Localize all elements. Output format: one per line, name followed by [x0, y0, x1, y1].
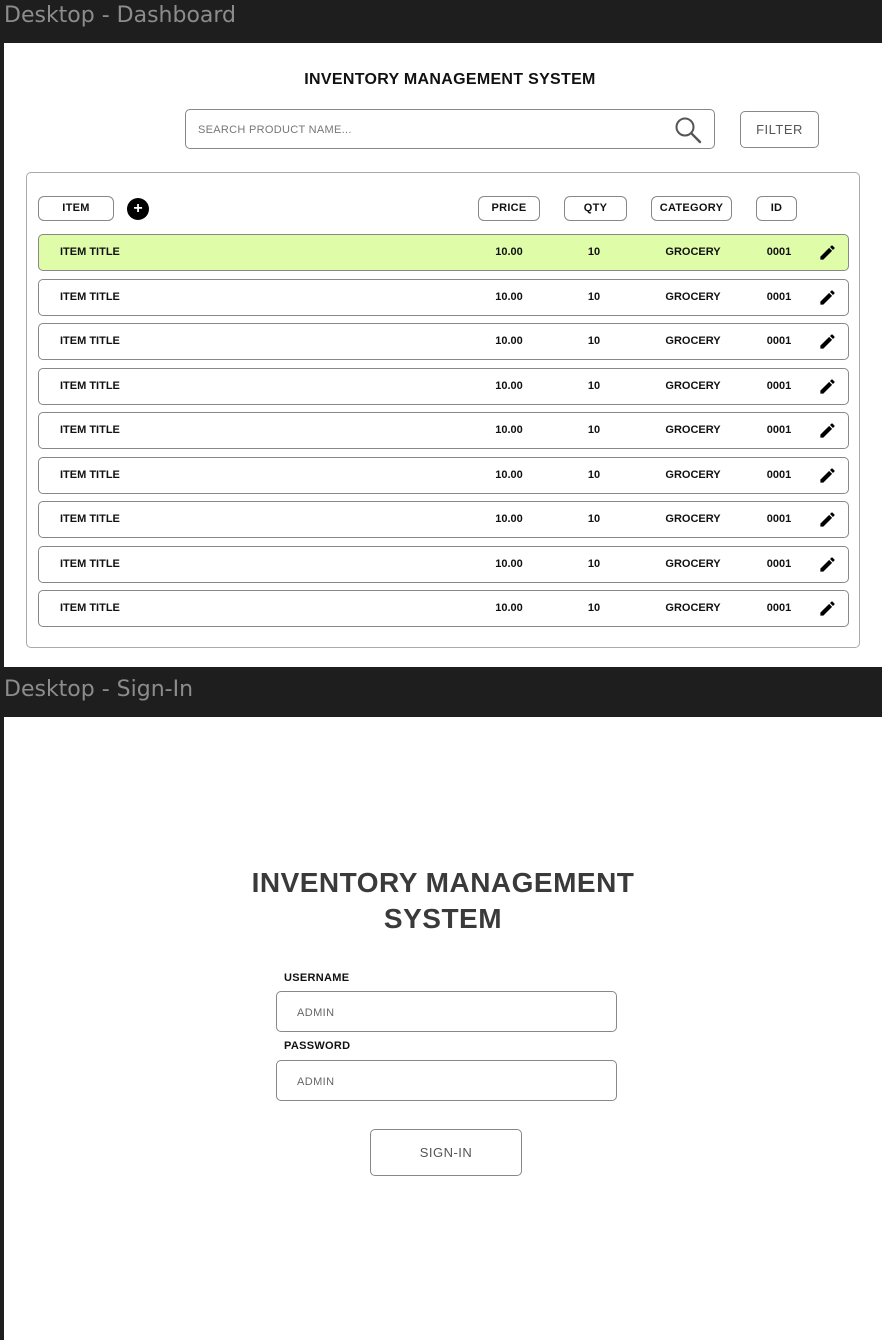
edit-pencil-icon[interactable]: [818, 599, 837, 618]
search-icon[interactable]: [674, 116, 702, 144]
edit-pencil-icon[interactable]: [818, 466, 837, 485]
add-item-button[interactable]: +: [127, 198, 149, 220]
column-header-qty[interactable]: QTY: [564, 196, 627, 221]
item-title-cell: ITEM TITLE: [60, 602, 120, 614]
item-title-cell: ITEM TITLE: [60, 246, 120, 258]
item-title-cell: ITEM TITLE: [60, 424, 120, 436]
column-header-item[interactable]: ITEM: [38, 196, 114, 221]
price-cell: 10.00: [495, 424, 523, 436]
category-cell: GROCERY: [665, 513, 721, 525]
category-cell: GROCERY: [665, 468, 721, 481]
column-header-category[interactable]: CATEGORY: [651, 196, 732, 221]
table-row[interactable]: ITEM TITLE 10.00 10 GROCERY 0001: [38, 412, 849, 449]
page-title: INVENTORY MANAGEMENT SYSTEM: [304, 71, 596, 88]
qty-cell: 10: [587, 557, 601, 570]
table-row[interactable]: ITEM TITLE 10.00 10 GROCERY 0001: [38, 367, 849, 405]
edit-pencil-icon[interactable]: [818, 332, 837, 351]
price-cell: 10.00: [495, 602, 523, 614]
category-cell: GROCERY: [665, 379, 721, 392]
column-header-id[interactable]: ID: [756, 196, 797, 221]
category-cell: GROCERY: [665, 557, 721, 570]
category-cell: GROCERY: [665, 335, 721, 347]
plus-icon: +: [133, 200, 143, 217]
qty-cell: 10: [587, 468, 601, 481]
table-row[interactable]: ITEM TITLE 10.00 10 GROCERY 0001: [38, 323, 849, 360]
qty-cell: 10: [587, 513, 601, 525]
category-cell: GROCERY: [665, 246, 721, 258]
table-row[interactable]: ITEM TITLE 10.00 10 GROCERY 0001: [38, 278, 849, 316]
edit-pencil-icon[interactable]: [818, 288, 837, 307]
table-row[interactable]: ITEM TITLE 10.00 10 GROCERY 0001: [38, 545, 849, 583]
search-input[interactable]: [196, 110, 670, 150]
item-title-cell: ITEM TITLE: [60, 290, 120, 303]
table-row[interactable]: ITEM TITLE 10.00 10 GROCERY 0001: [38, 234, 849, 271]
price-cell: 10.00: [495, 513, 523, 525]
filter-button[interactable]: FILTER: [740, 111, 819, 148]
username-label: USERNAME: [284, 972, 350, 984]
item-title-cell: ITEM TITLE: [60, 557, 120, 570]
id-cell: 0001: [766, 513, 792, 525]
id-cell: 0001: [766, 246, 792, 258]
frame-label-dashboard: Desktop - Dashboard: [4, 3, 237, 28]
item-title-cell: ITEM TITLE: [60, 513, 120, 525]
id-cell: 0001: [766, 290, 792, 303]
category-cell: GROCERY: [665, 424, 721, 436]
price-cell: 10.00: [495, 557, 523, 570]
table-row[interactable]: ITEM TITLE 10.00 10 GROCERY 0001: [38, 590, 849, 627]
table-row[interactable]: ITEM TITLE 10.00 10 GROCERY 0001: [38, 456, 849, 494]
item-title-cell: ITEM TITLE: [60, 335, 120, 347]
qty-cell: 10: [587, 335, 601, 347]
password-field[interactable]: [295, 1061, 599, 1102]
username-field-box[interactable]: [276, 991, 617, 1033]
qty-cell: 10: [587, 246, 601, 258]
inventory-table: ITEM + PRICE QTY CATEGORY ID ITEM TITLE 1…: [26, 172, 860, 648]
id-cell: 0001: [766, 335, 792, 347]
password-field-box[interactable]: [276, 1060, 617, 1102]
username-field[interactable]: [295, 992, 599, 1033]
signin-title: INVENTORY MANAGEMENT SYSTEM: [4, 865, 882, 937]
dashboard-frame: INVENTORY MANAGEMENT SYSTEM FILTER ITEM …: [4, 43, 882, 667]
qty-cell: 10: [587, 424, 601, 436]
category-cell: GROCERY: [665, 602, 721, 614]
signin-frame: INVENTORY MANAGEMENT SYSTEM USERNAME PAS…: [4, 717, 882, 1340]
table-row[interactable]: ITEM TITLE 10.00 10 GROCERY 0001: [38, 501, 849, 538]
qty-cell: 10: [587, 379, 601, 392]
column-header-price[interactable]: PRICE: [478, 196, 540, 221]
id-cell: 0001: [766, 468, 792, 481]
edit-pencil-icon[interactable]: [818, 421, 837, 440]
id-cell: 0001: [766, 602, 792, 614]
search-box[interactable]: [185, 109, 715, 150]
qty-cell: 10: [587, 602, 601, 614]
category-cell: GROCERY: [665, 290, 721, 303]
price-cell: 10.00: [495, 379, 523, 392]
price-cell: 10.00: [495, 335, 523, 347]
edit-pencil-icon[interactable]: [818, 510, 837, 529]
password-label: PASSWORD: [284, 1040, 351, 1052]
price-cell: 10.00: [495, 468, 523, 481]
edit-pencil-icon[interactable]: [818, 243, 837, 262]
id-cell: 0001: [766, 424, 792, 436]
id-cell: 0001: [766, 557, 792, 570]
item-title-cell: ITEM TITLE: [60, 468, 120, 481]
edit-pencil-icon[interactable]: [818, 555, 837, 574]
item-title-cell: ITEM TITLE: [60, 379, 120, 392]
qty-cell: 10: [587, 290, 601, 303]
signin-title-line2: SYSTEM: [383, 903, 503, 934]
frame-label-signin: Desktop - Sign-In: [4, 677, 194, 702]
id-cell: 0001: [766, 379, 792, 392]
price-cell: 10.00: [495, 290, 523, 303]
price-cell: 10.00: [495, 246, 523, 258]
edit-pencil-icon[interactable]: [818, 377, 837, 396]
signin-title-line1: INVENTORY MANAGEMENT: [251, 867, 635, 898]
signin-button[interactable]: SIGN-IN: [370, 1129, 522, 1176]
